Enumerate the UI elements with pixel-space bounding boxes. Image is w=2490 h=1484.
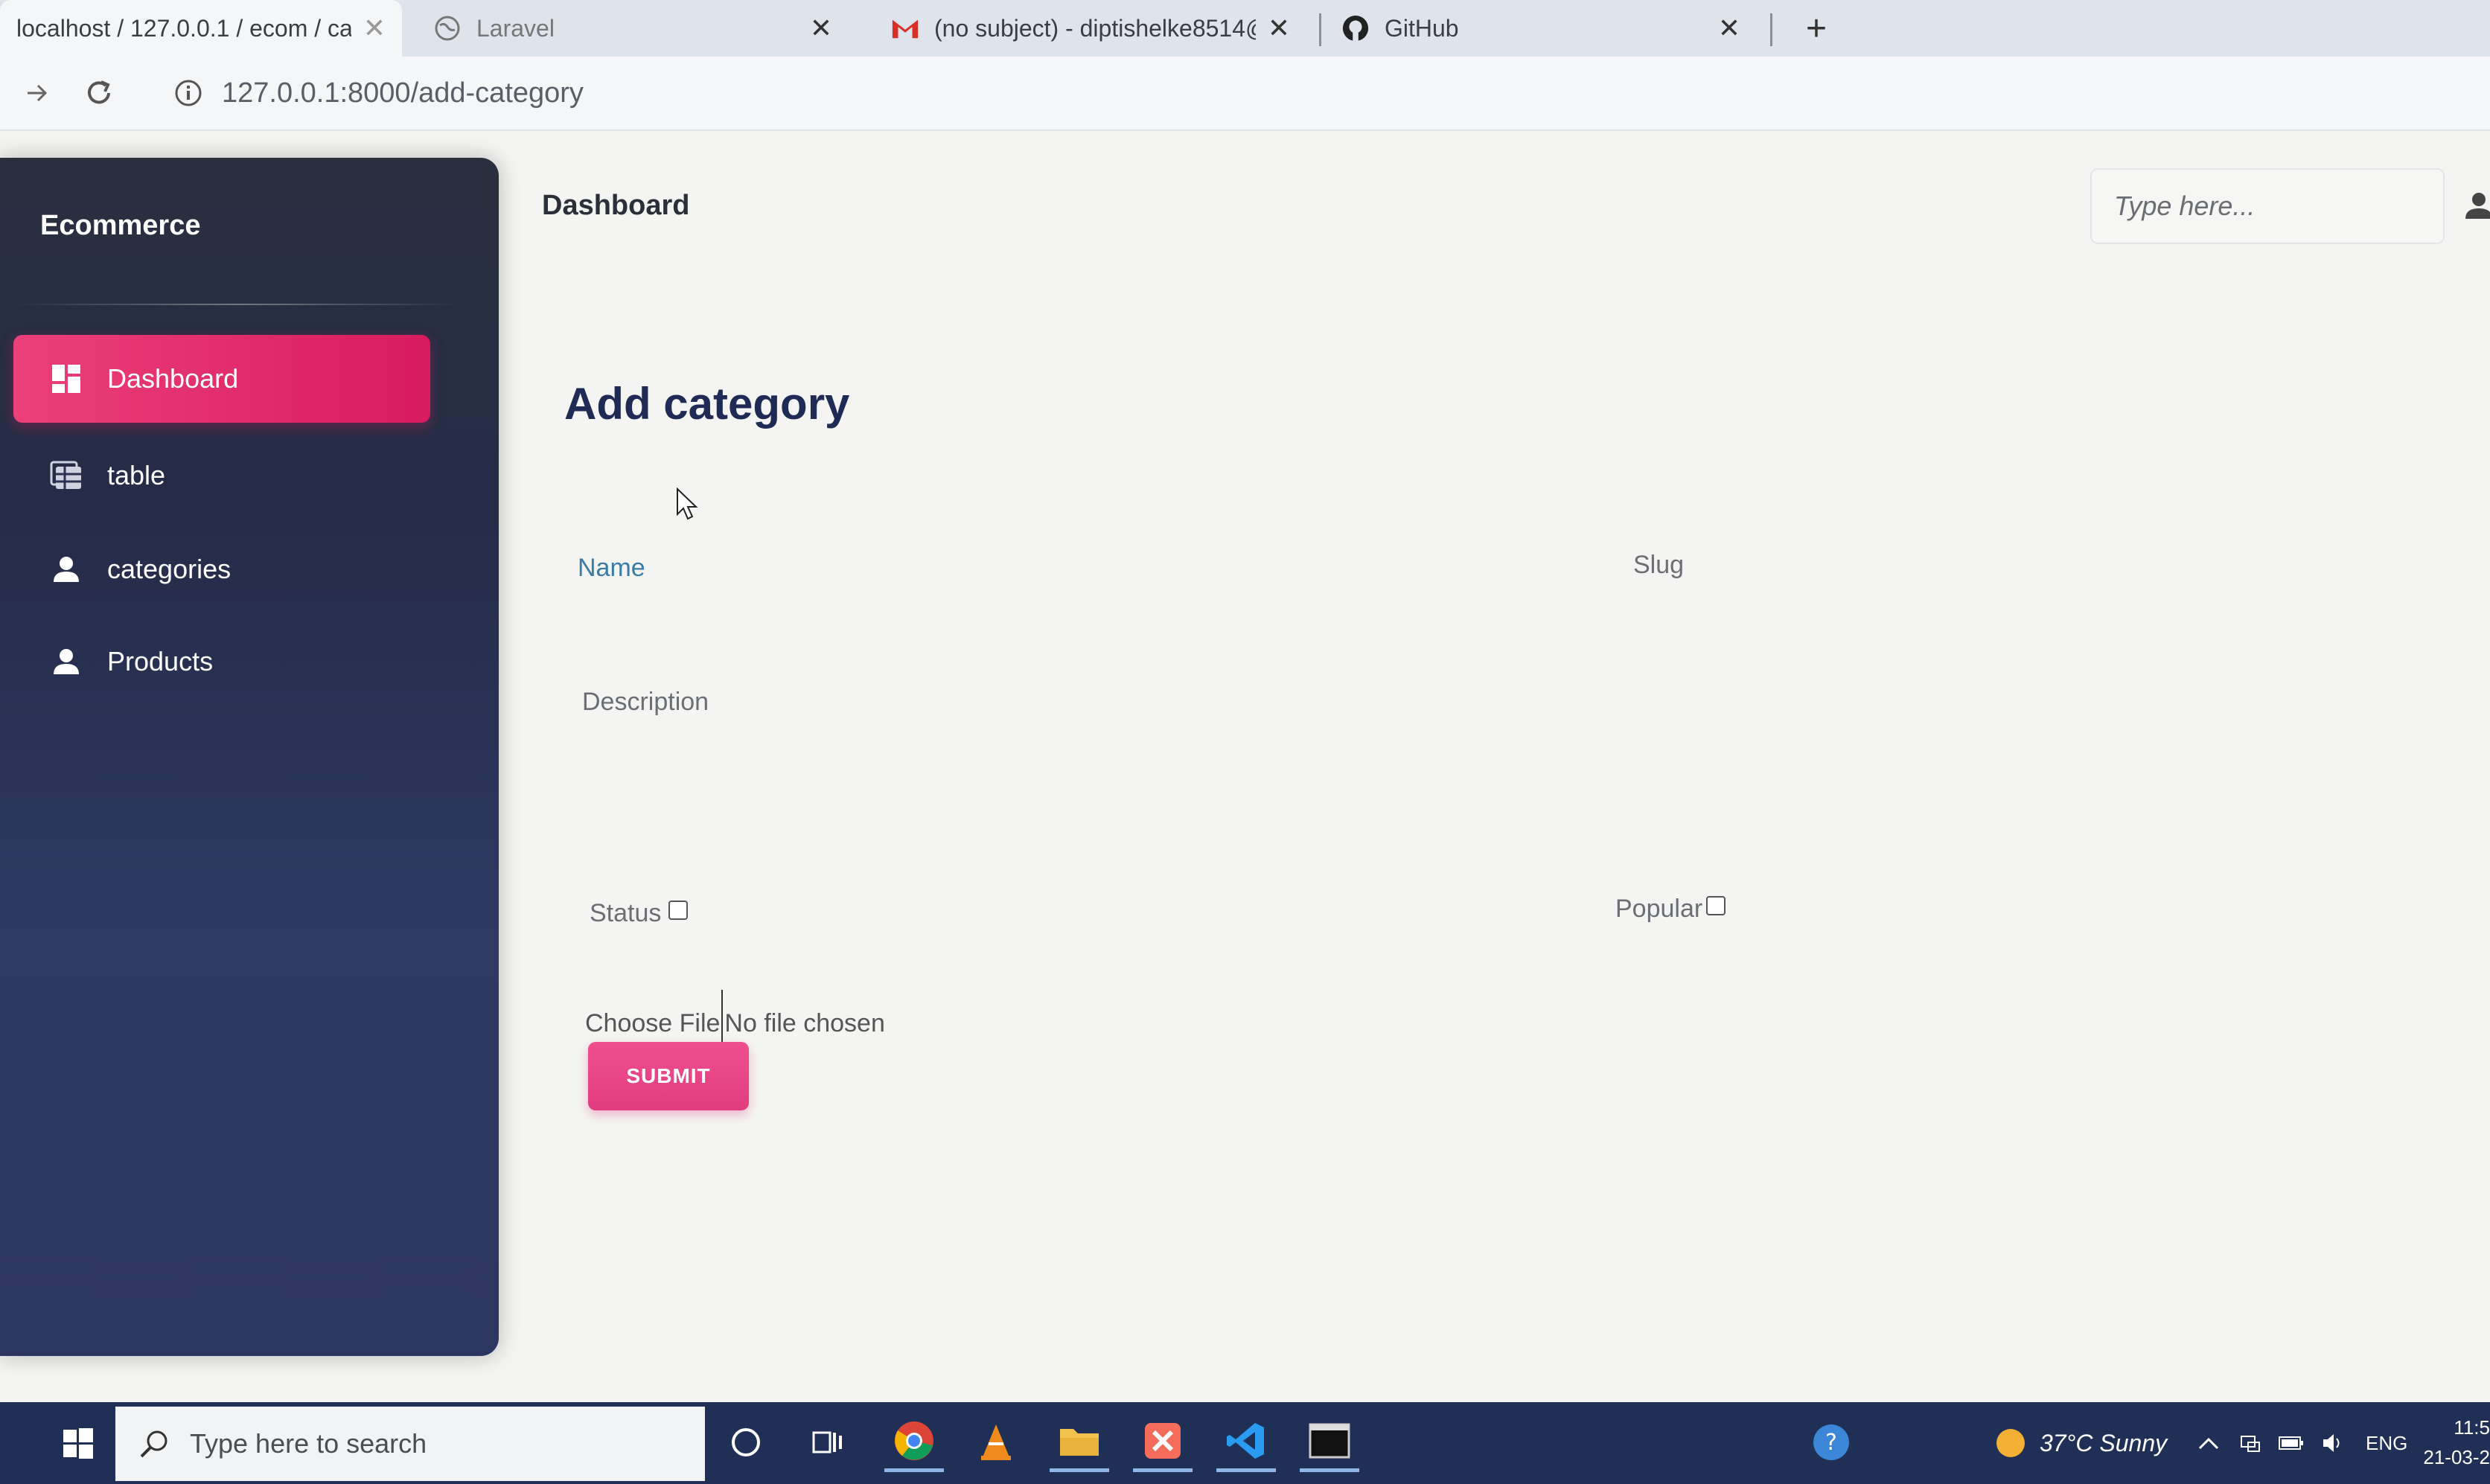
search-input[interactable] xyxy=(2090,168,2445,244)
gmail-icon xyxy=(891,14,919,42)
chrome-icon[interactable] xyxy=(884,1413,944,1472)
brand-logo-text[interactable]: Ecommerce xyxy=(40,210,200,242)
status-label: Status xyxy=(590,899,662,927)
language-indicator[interactable]: ENG xyxy=(2366,1432,2407,1455)
sidebar-item-dashboard[interactable]: Dashboard xyxy=(13,335,430,423)
forward-icon[interactable] xyxy=(10,67,63,119)
reload-icon[interactable] xyxy=(73,67,125,119)
slug-label: Slug xyxy=(1633,551,1685,579)
close-icon[interactable]: ✕ xyxy=(1268,13,1290,44)
task-view-icon[interactable] xyxy=(798,1413,858,1472)
choose-file-button[interactable]: Choose File xyxy=(585,1009,720,1038)
clock-date: 21-03-2 xyxy=(2423,1446,2490,1468)
sidebar-item-label: categories xyxy=(107,554,232,584)
clock-time: 11:5 xyxy=(2454,1416,2490,1439)
xampp-icon[interactable] xyxy=(1133,1413,1193,1472)
popular-label: Popular xyxy=(1615,895,1703,923)
volume-icon[interactable] xyxy=(2321,1432,2345,1454)
weather-text: 37°C Sunny xyxy=(2040,1429,2168,1456)
name-input[interactable] xyxy=(578,595,1545,597)
taskbar-search-box[interactable]: Type here to search xyxy=(115,1407,705,1481)
os-taskbar: Type here to search ? 37°C Sunny ENG 11:… xyxy=(0,1402,2490,1484)
page-title: Dashboard xyxy=(542,190,690,221)
tab-title: (no subject) - diptishelke8514@g xyxy=(934,14,1256,42)
close-icon[interactable]: ✕ xyxy=(810,13,832,44)
popular-checkbox[interactable] xyxy=(1706,896,1726,915)
github-icon xyxy=(1341,14,1370,42)
battery-icon[interactable] xyxy=(2278,1435,2305,1451)
vlc-icon[interactable] xyxy=(966,1413,1026,1472)
url-field[interactable]: 127.0.0.1:8000/add-category xyxy=(222,77,584,109)
vscode-icon[interactable] xyxy=(1216,1413,1276,1472)
cortana-icon[interactable] xyxy=(716,1413,776,1472)
slug-input[interactable] xyxy=(1633,595,2378,597)
name-label: Name xyxy=(578,554,645,582)
windows-start-icon[interactable] xyxy=(45,1402,112,1484)
table-icon xyxy=(49,458,83,493)
taskbar-search-placeholder: Type here to search xyxy=(190,1428,427,1459)
weather-widget[interactable]: 37°C Sunny xyxy=(1995,1402,2167,1484)
search-icon xyxy=(138,1427,170,1460)
person-icon xyxy=(49,645,83,679)
user-icon[interactable] xyxy=(2464,191,2490,220)
tab-laravel[interactable]: Laravel ✕ xyxy=(417,0,849,57)
sun-icon xyxy=(1995,1427,2026,1459)
site-info-icon[interactable] xyxy=(170,74,207,112)
address-bar: 127.0.0.1:8000/add-category xyxy=(0,57,2490,131)
system-tray: ENG xyxy=(2197,1402,2407,1484)
dashboard-grid-icon xyxy=(49,362,83,396)
file-status-text: No file chosen xyxy=(724,1008,885,1037)
sidebar-item-label: table xyxy=(107,460,166,490)
sidebar-item-label: Dashboard xyxy=(107,363,239,394)
tab-separator xyxy=(1319,13,1321,46)
person-icon xyxy=(49,552,83,586)
tab-gmail[interactable]: (no subject) - diptishelke8514@g ✕ xyxy=(875,0,1306,57)
sidebar: Ecommerce Dashboard table categories Pro… xyxy=(0,158,499,1356)
sidebar-item-categories[interactable]: categories xyxy=(13,525,430,613)
svg-text:?: ? xyxy=(1825,1430,1837,1456)
tab-github[interactable]: GitHub ✕ xyxy=(1325,0,1757,57)
taskbar-clock[interactable]: 11:5 21-03-2 xyxy=(2419,1413,2490,1472)
tab-phpmyadmin[interactable]: localhost / 127.0.0.1 / ecom / ca ✕ xyxy=(0,0,402,57)
terminal-icon[interactable] xyxy=(1300,1413,1359,1472)
form-title: Add category xyxy=(564,379,850,429)
file-explorer-icon[interactable] xyxy=(1050,1413,1109,1472)
sidebar-item-products[interactable]: Products xyxy=(13,618,430,706)
description-label: Description xyxy=(582,688,709,716)
close-icon[interactable]: ✕ xyxy=(363,13,386,44)
status-checkbox[interactable] xyxy=(668,901,688,920)
close-icon[interactable]: ✕ xyxy=(1718,13,1740,44)
tab-title: GitHub xyxy=(1385,14,1459,42)
sidebar-item-table[interactable]: table xyxy=(13,432,430,519)
network-icon[interactable] xyxy=(2239,1432,2261,1454)
help-icon[interactable]: ? xyxy=(1801,1413,1861,1472)
browser-tab-strip: localhost / 127.0.0.1 / ecom / ca ✕ Lara… xyxy=(0,0,2490,57)
sidebar-item-label: Products xyxy=(107,646,214,677)
tab-title: localhost / 127.0.0.1 / ecom / ca xyxy=(16,14,351,42)
new-tab-button[interactable]: + xyxy=(1794,0,1839,57)
divider xyxy=(15,304,462,305)
chevron-up-icon[interactable] xyxy=(2197,1436,2220,1451)
globe-icon xyxy=(433,14,462,42)
submit-button[interactable]: SUBMIT xyxy=(588,1042,749,1110)
description-textarea[interactable] xyxy=(582,729,2369,731)
tab-title: Laravel xyxy=(476,14,555,42)
tab-separator xyxy=(1770,13,1772,46)
mouse-cursor-icon xyxy=(676,487,698,522)
